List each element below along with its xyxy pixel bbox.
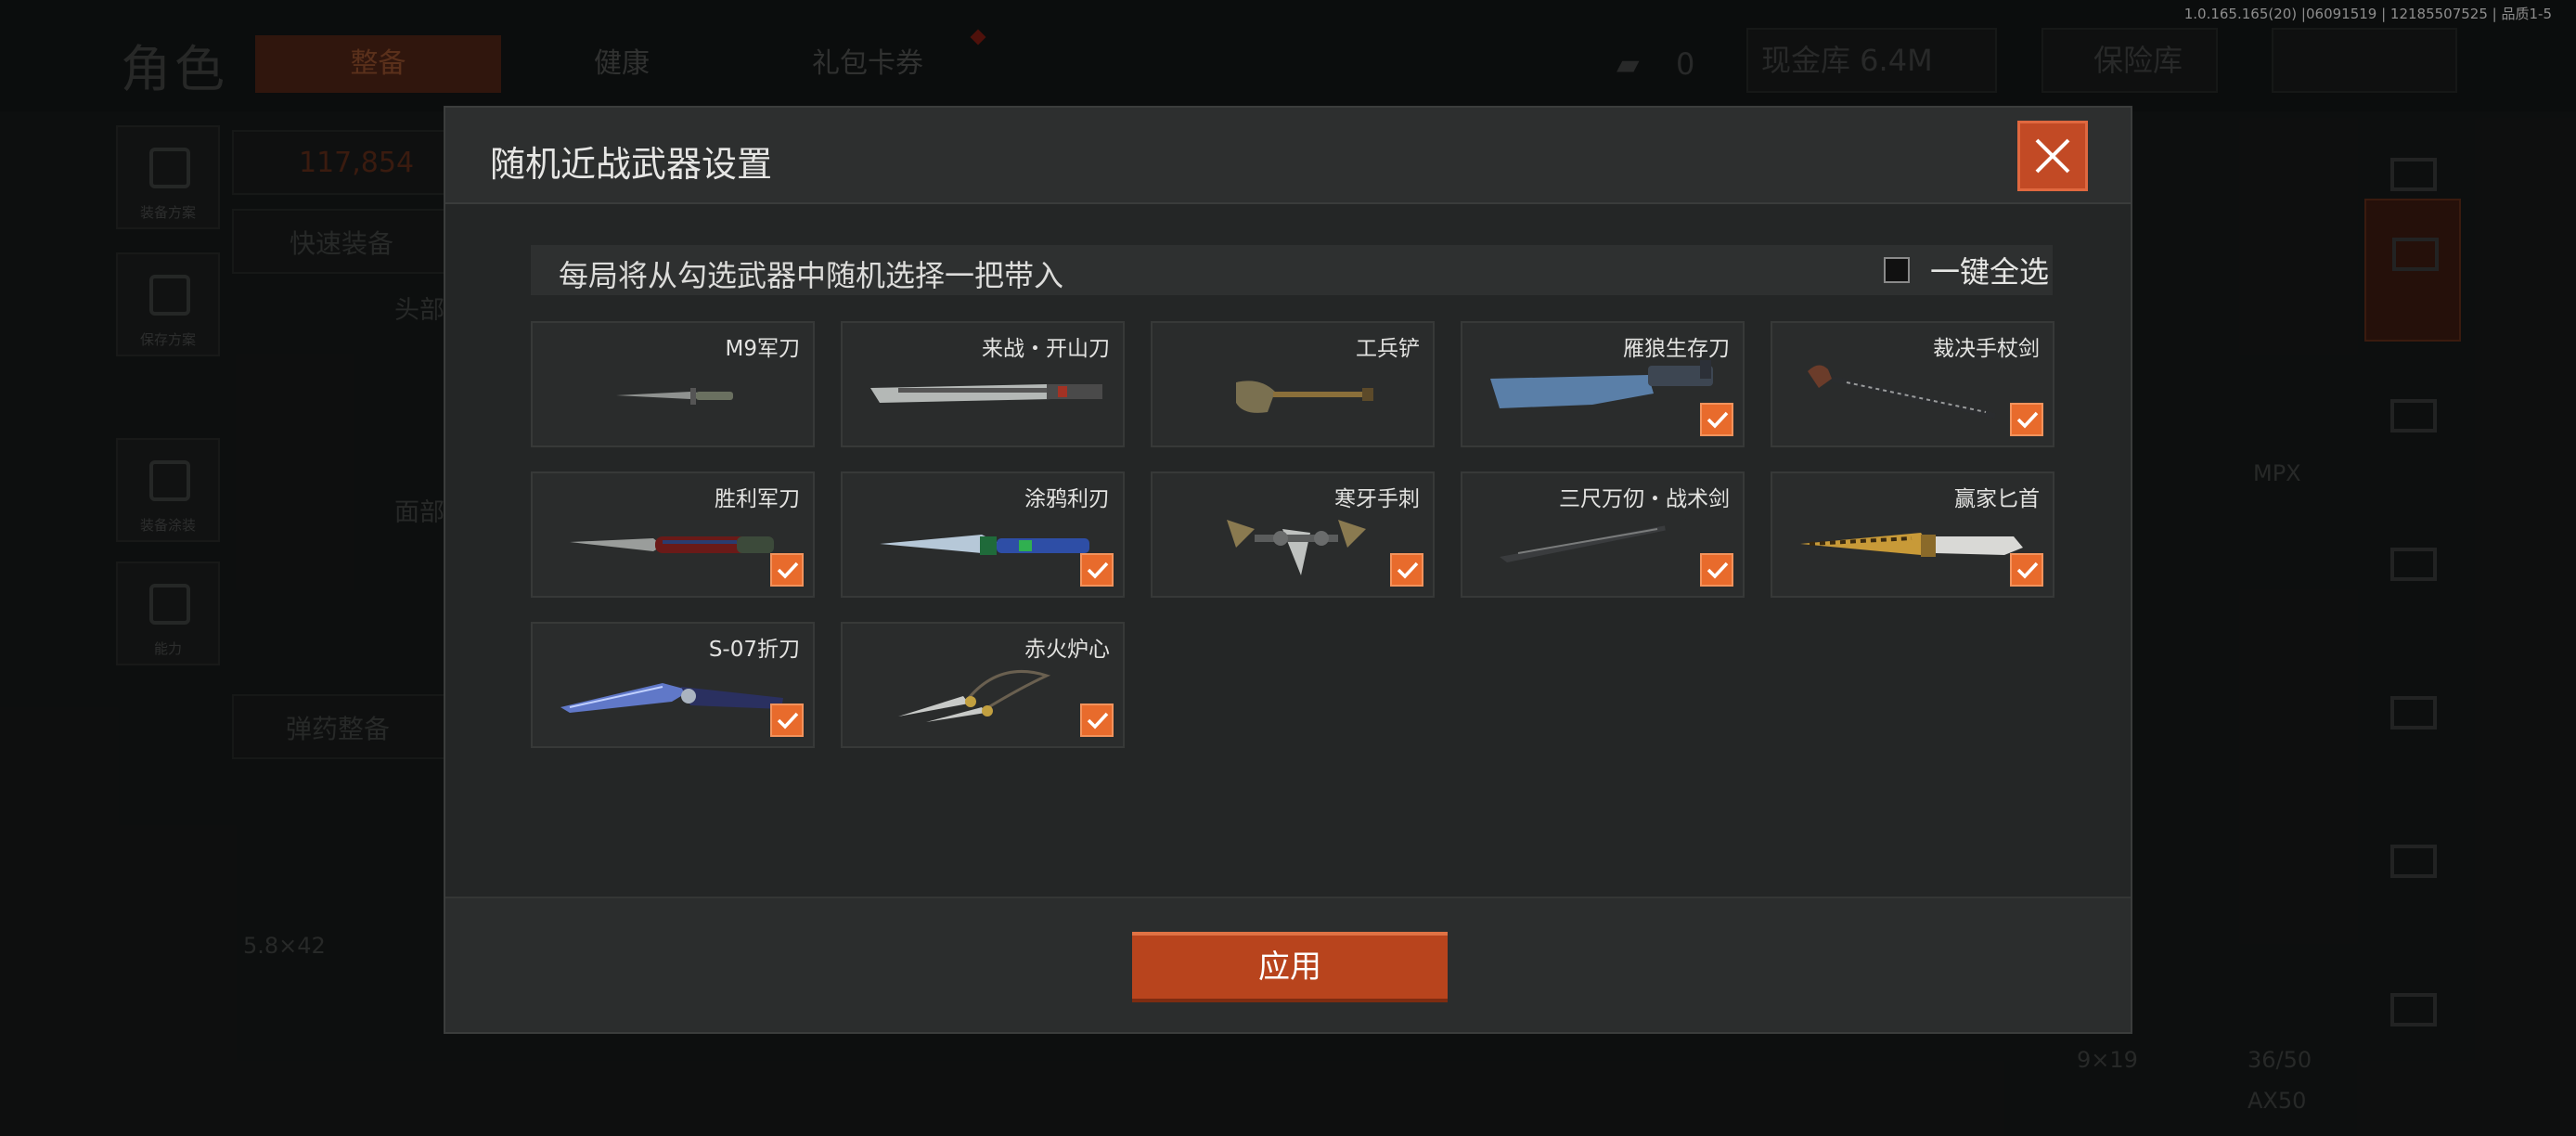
weapon-card[interactable]: 裁决手杖剑 — [1771, 321, 2054, 447]
folding-knife-icon — [560, 683, 783, 713]
weapon-card[interactable]: 胜利军刀 — [531, 471, 815, 598]
weapon-card[interactable]: 来战・开山刀 — [841, 321, 1125, 447]
weapon-card[interactable]: 赢家匕首 — [1771, 471, 2054, 598]
checkmark-icon — [2016, 562, 2039, 579]
apply-button[interactable]: 应用 — [1132, 932, 1448, 1002]
weapon-checkbox[interactable] — [1080, 553, 1114, 587]
checkmark-icon — [1087, 562, 1109, 579]
weapon-card[interactable]: 三尺万仞・战术剑 — [1461, 471, 1745, 598]
tactical-sword-icon — [1500, 517, 1703, 562]
dialog-header: 随机近战武器设置 — [445, 108, 2131, 204]
close-icon — [2035, 138, 2070, 174]
checkmark-icon — [777, 712, 799, 729]
checkmark-icon — [2016, 411, 2039, 429]
weapon-card[interactable]: M9军刀 — [531, 321, 815, 447]
select-all-label: 一键全选 — [1929, 254, 2049, 290]
weapon-checkbox[interactable] — [2010, 553, 2043, 587]
weapon-card[interactable]: S-07折刀 — [531, 622, 815, 748]
weapon-checkbox[interactable] — [770, 553, 804, 587]
weapon-checkbox[interactable] — [770, 704, 804, 737]
victory-knife-icon — [570, 536, 774, 553]
gold-dagger-icon — [1800, 533, 2023, 557]
hint-bar: 每局将从勾选武器中随机选择一把带入 一键全选 — [531, 245, 2053, 295]
weapon-card[interactable]: 赤火炉心 — [841, 622, 1125, 748]
close-button[interactable] — [2017, 121, 2088, 191]
weapon-card[interactable]: 涂鸦利刃 — [841, 471, 1125, 598]
checkmark-icon — [1707, 562, 1729, 579]
survival-knife-icon — [1490, 360, 1713, 408]
dialog-footer: 应用 — [445, 897, 2131, 1032]
weapon-card[interactable]: 雁狼生存刀 — [1461, 321, 1745, 447]
select-all-toggle[interactable]: 一键全选 — [1883, 245, 2053, 295]
weapon-checkbox[interactable] — [1700, 553, 1733, 587]
combat-knife-icon — [616, 388, 733, 405]
weapon-checkbox[interactable] — [1390, 553, 1423, 587]
hint-text: 每局将从勾选武器中随机选择一把带入 — [559, 258, 1064, 293]
weapon-card[interactable]: 工兵铲 — [1151, 321, 1435, 447]
shovel-icon — [1236, 381, 1373, 413]
cane-sword-icon — [1808, 365, 1996, 419]
weapon-checkbox[interactable] — [1700, 403, 1733, 436]
checkmark-icon — [777, 562, 799, 579]
hand-claw-icon — [1227, 520, 1366, 575]
weapon-checkbox[interactable] — [2010, 403, 2043, 436]
machete-icon — [870, 384, 1102, 403]
checkmark-icon — [1707, 411, 1729, 429]
checkmark-icon — [1087, 712, 1109, 729]
select-all-checkbox[interactable] — [1883, 257, 1910, 283]
twin-kunai-icon — [898, 669, 1051, 722]
random-melee-settings-dialog: 随机近战武器设置 每局将从勾选武器中随机选择一把带入 一键全选 M9军刀 来战・开… — [444, 106, 2132, 1034]
weapon-checkbox[interactable] — [1080, 704, 1114, 737]
graffiti-blade-icon — [880, 535, 1089, 555]
checkmark-icon — [1397, 562, 1419, 579]
dialog-title: 随机近战武器设置 — [490, 144, 773, 185]
weapon-card[interactable]: 寒牙手刺 — [1151, 471, 1435, 598]
